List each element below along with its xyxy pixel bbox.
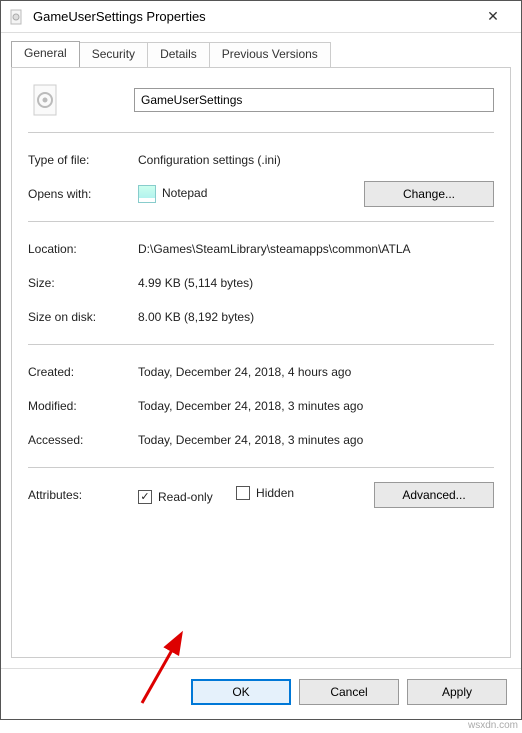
location-value: D:\Games\SteamLibrary\steamapps\common\A… — [138, 242, 494, 256]
type-of-file-label: Type of file: — [28, 153, 138, 167]
hidden-label: Hidden — [256, 486, 294, 500]
advanced-button[interactable]: Advanced... — [374, 482, 494, 508]
attributes-group: ✓ Read-only Hidden — [138, 486, 374, 505]
tab-details[interactable]: Details — [147, 42, 210, 68]
attributes-label: Attributes: — [28, 488, 138, 502]
divider — [28, 132, 494, 133]
window-title: GameUserSettings Properties — [33, 9, 473, 24]
location-label: Location: — [28, 242, 138, 256]
opens-with-text: Notepad — [162, 186, 207, 200]
opens-with-value: Notepad — [138, 185, 364, 203]
change-button[interactable]: Change... — [364, 181, 494, 207]
divider — [28, 467, 494, 468]
readonly-label: Read-only — [158, 490, 213, 504]
size-value: 4.99 KB (5,114 bytes) — [138, 276, 494, 290]
size-on-disk-value: 8.00 KB (8,192 bytes) — [138, 310, 494, 324]
created-label: Created: — [28, 365, 138, 379]
watermark: wsxdn.com — [468, 720, 518, 731]
properties-dialog: GameUserSettings Properties ✕ General Se… — [0, 0, 522, 720]
size-on-disk-label: Size on disk: — [28, 310, 138, 324]
type-of-file-value: Configuration settings (.ini) — [138, 153, 494, 167]
hidden-checkbox[interactable]: Hidden — [236, 486, 294, 500]
file-type-icon — [9, 9, 25, 25]
cancel-button[interactable]: Cancel — [299, 679, 399, 705]
modified-value: Today, December 24, 2018, 3 minutes ago — [138, 399, 494, 413]
accessed-value: Today, December 24, 2018, 3 minutes ago — [138, 433, 494, 447]
size-label: Size: — [28, 276, 138, 290]
general-panel: Type of file: Configuration settings (.i… — [11, 67, 511, 658]
divider — [28, 344, 494, 345]
created-value: Today, December 24, 2018, 4 hours ago — [138, 365, 494, 379]
checkbox-box-icon — [236, 486, 250, 500]
settings-file-icon — [28, 82, 64, 118]
checkbox-box-icon: ✓ — [138, 490, 152, 504]
tab-previous-versions[interactable]: Previous Versions — [209, 42, 331, 68]
apply-button[interactable]: Apply — [407, 679, 507, 705]
tab-general[interactable]: General — [11, 41, 80, 67]
dialog-footer: OK Cancel Apply — [1, 668, 521, 719]
accessed-label: Accessed: — [28, 433, 138, 447]
notepad-icon — [138, 185, 156, 203]
modified-label: Modified: — [28, 399, 138, 413]
file-name-input[interactable] — [134, 88, 494, 112]
tab-security[interactable]: Security — [79, 42, 148, 68]
file-name-row — [28, 82, 494, 118]
divider — [28, 221, 494, 222]
opens-with-label: Opens with: — [28, 187, 138, 201]
close-button[interactable]: ✕ — [473, 8, 513, 25]
ok-button[interactable]: OK — [191, 679, 291, 705]
tabs: General Security Details Previous Versio… — [1, 33, 521, 67]
readonly-checkbox[interactable]: ✓ Read-only — [138, 490, 213, 504]
titlebar: GameUserSettings Properties ✕ — [1, 1, 521, 33]
